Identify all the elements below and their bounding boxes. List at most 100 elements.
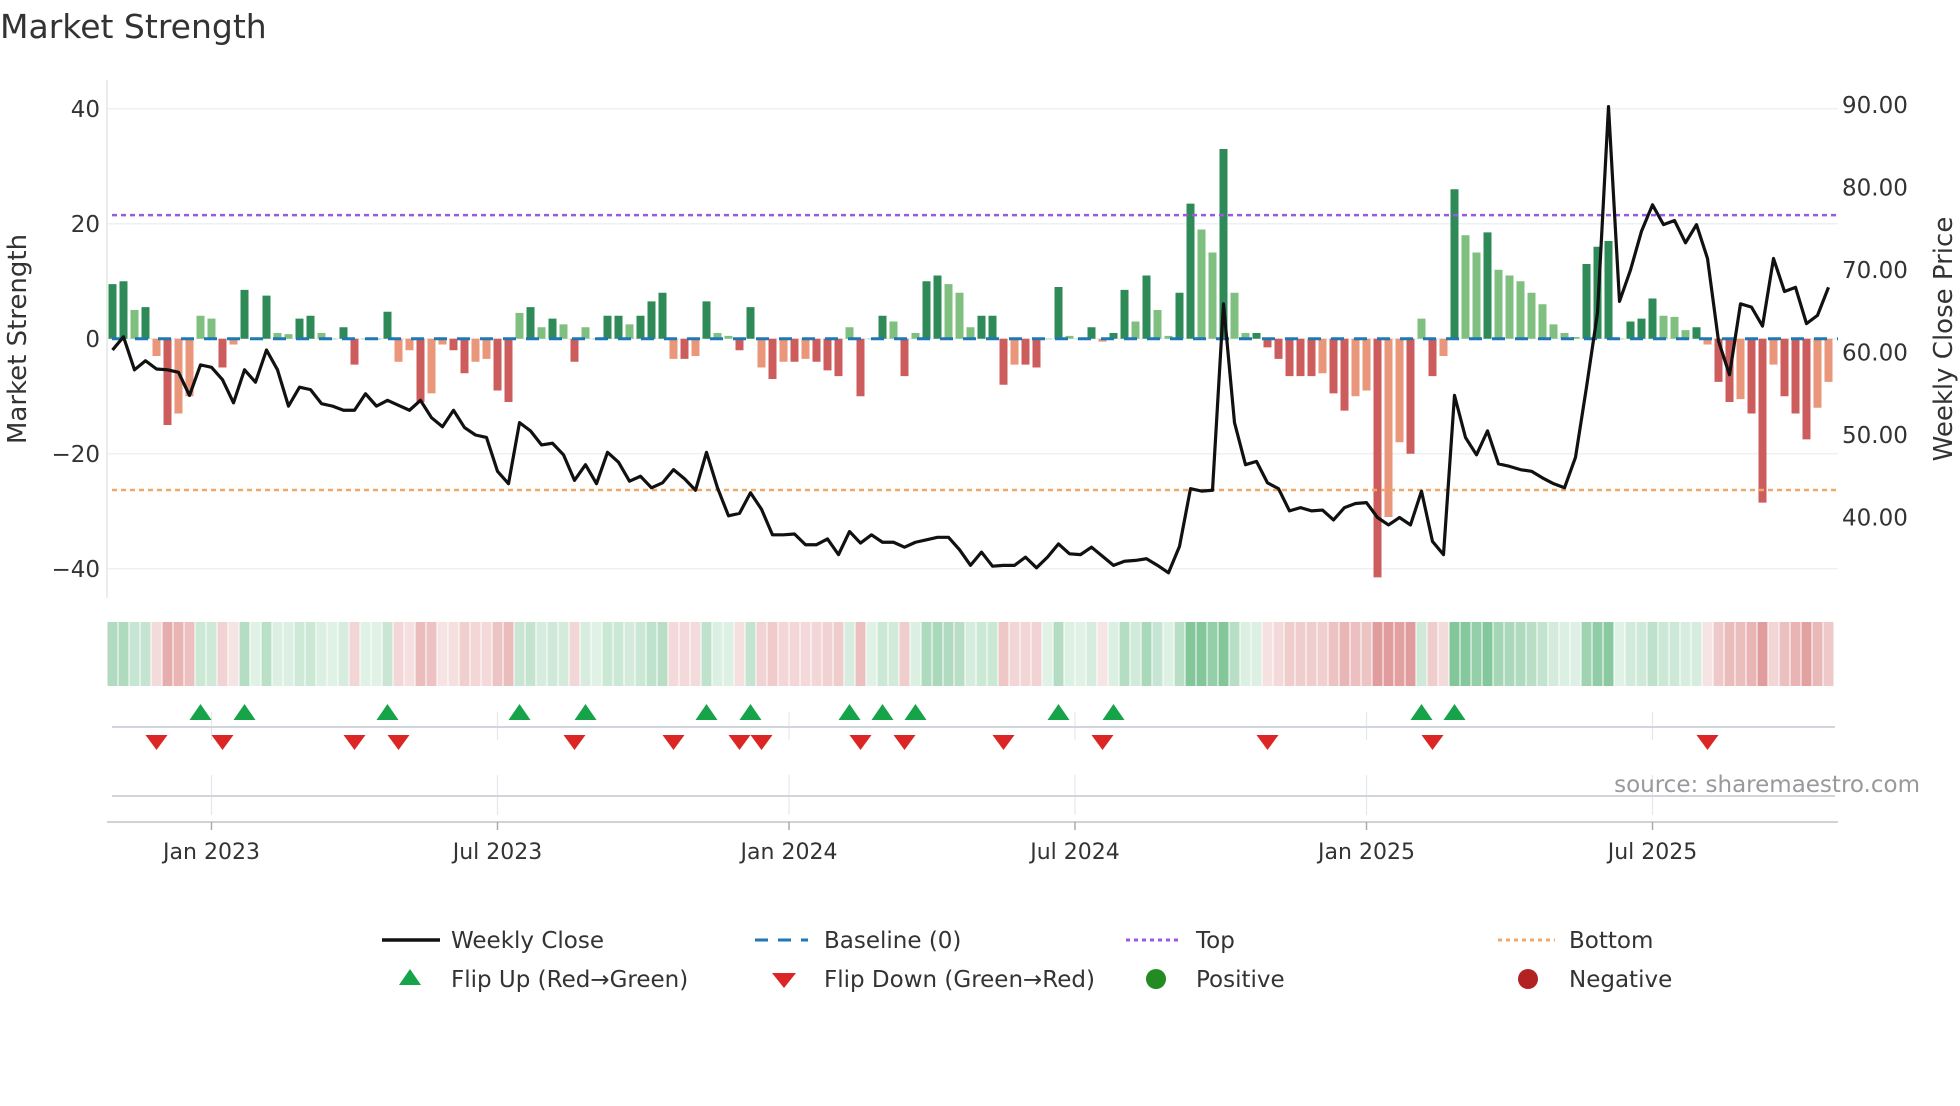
strength-bar [1395, 338, 1404, 443]
heat-cell [217, 622, 228, 686]
heat-cell [1119, 622, 1130, 686]
heat-cell [503, 622, 514, 686]
strength-bar [702, 301, 711, 339]
heat-cell [140, 622, 151, 686]
market-strength-chart: Market Strength 40 20 0 −20 −40 90.00 80.00 70… [0, 7, 1959, 993]
flip-up-icon [1443, 704, 1466, 720]
heat-cell [932, 622, 943, 686]
heat-cell [1614, 622, 1625, 686]
flip-markers [112, 704, 1835, 750]
y-tick-label: 40 [71, 97, 100, 123]
heat-cell [1339, 622, 1350, 686]
strength-bar [427, 338, 436, 394]
strength-bar [1010, 338, 1019, 365]
y2-tick-label: 90.00 [1842, 93, 1908, 119]
heat-cell [866, 622, 877, 686]
heat-cell [1625, 622, 1636, 686]
x-tick-label: Jul 2025 [1606, 840, 1698, 865]
flip-down-icon [387, 735, 410, 750]
heat-cell [1603, 622, 1614, 686]
heat-cell [954, 622, 965, 686]
heat-cell [1262, 622, 1273, 686]
strength-bar [482, 338, 491, 359]
strength-bar [1791, 338, 1800, 414]
heat-cell [1031, 622, 1042, 686]
heat-cell [1636, 622, 1647, 686]
strength-bar [658, 292, 667, 339]
heat-cell [1306, 622, 1317, 686]
heat-cell [1691, 622, 1702, 686]
heat-cell [921, 622, 932, 686]
legend-flip-up: Flip Up (Red→Green) [451, 967, 688, 993]
strength-bar [416, 338, 425, 402]
strength-bar [922, 281, 931, 339]
strength-bar [1131, 321, 1140, 339]
heat-cell [514, 622, 525, 686]
strength-bar [669, 338, 678, 359]
strength-bar [757, 338, 766, 368]
heat-cell [371, 622, 382, 686]
strength-bar [1252, 333, 1261, 339]
heat-cell [1559, 622, 1570, 686]
heat-cell [162, 622, 173, 686]
heat-cell [591, 622, 602, 686]
heat-cell [1174, 622, 1185, 686]
heat-cell [745, 622, 756, 686]
strength-bar [515, 312, 524, 339]
heat-cell [1020, 622, 1031, 686]
strength-bar [1472, 252, 1481, 339]
flip-up-icon [739, 704, 762, 720]
strength-bar [141, 307, 150, 339]
strength-bar [1142, 275, 1151, 339]
strength-bar [977, 315, 986, 339]
heat-cell [910, 622, 921, 686]
y-tick-label: 20 [71, 212, 100, 238]
flip-down-icon [849, 735, 872, 750]
flip-up-icon [233, 704, 256, 720]
heat-cell [1075, 622, 1086, 686]
strength-bar [1670, 316, 1679, 339]
strength-bar [647, 301, 656, 339]
heat-cell [1647, 622, 1658, 686]
strength-bar [394, 338, 403, 362]
strength-bar [449, 338, 458, 351]
strength-heat-strip [107, 622, 1834, 686]
y2-tick-label: 60.00 [1842, 341, 1908, 367]
strength-bar [1604, 241, 1613, 339]
y-tick-label: −20 [51, 442, 100, 468]
x-tick-label: Jul 2023 [451, 840, 543, 865]
strength-bar [1747, 338, 1756, 414]
strength-bar [801, 338, 810, 359]
y2-tick-label: 80.00 [1842, 176, 1908, 202]
heat-cell [1768, 622, 1779, 686]
strength-bar [625, 324, 634, 339]
heat-cell [1108, 622, 1119, 686]
flip-down-icon [728, 735, 751, 750]
strength-bar [955, 292, 964, 339]
strength-bar [471, 338, 480, 362]
y2-tick-label: 40.00 [1842, 506, 1908, 532]
heat-cell [888, 622, 899, 686]
heat-cell [1229, 622, 1240, 686]
heat-cell [1086, 622, 1097, 686]
strength-bar [581, 327, 590, 339]
heat-cell [360, 622, 371, 686]
flip-down-icon [662, 735, 685, 750]
heat-cell [1394, 622, 1405, 686]
strength-bar [1802, 338, 1811, 440]
flip-up-icon [574, 704, 597, 720]
strength-bar [383, 311, 392, 339]
strength-bar [636, 315, 645, 339]
flip-up-icon [1410, 704, 1433, 720]
x-tick-label: Jan 2024 [739, 840, 838, 865]
flip-down-icon [563, 735, 586, 750]
x-tick-label: Jul 2024 [1028, 840, 1120, 865]
strength-bar [856, 338, 865, 397]
heat-cell [1383, 622, 1394, 686]
strength-bar [295, 318, 304, 339]
strength-bar [966, 327, 975, 339]
strength-bar [790, 338, 799, 362]
heat-cell [1724, 622, 1735, 686]
heat-cell [767, 622, 778, 686]
y2-tick-label: 70.00 [1842, 258, 1908, 284]
